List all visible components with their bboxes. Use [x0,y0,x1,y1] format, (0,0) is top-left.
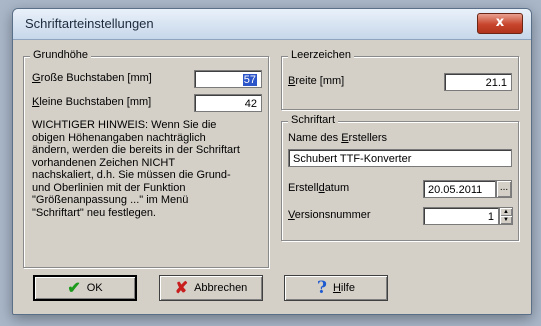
dialog-title: Schriftarteinstellungen [25,16,154,31]
kleine-buchstaben-field[interactable]: 42 [194,94,262,112]
hinweis-text: WICHTIGER HINWEIS: Wenn Sie die obigen H… [32,119,240,219]
ersteller-label: Name des Erstellers [288,132,388,144]
grosse-buchstaben-field[interactable]: 57 [194,70,262,88]
font-settings-dialog: Schriftarteinstellungen x Grundhöhe Groß… [12,8,532,315]
leerzeichen-group: Leerzeichen Breite [mm] 21.1 [281,49,519,110]
grundhoehe-group-title: Grundhöhe [30,49,92,61]
cancel-button-label: Abbrechen [194,282,248,294]
versionsnummer-label: Versionsnummer [288,209,371,221]
schriftart-group-title: Schriftart [288,114,339,126]
breite-field[interactable]: 21.1 [444,73,512,91]
spin-up-icon[interactable]: ▲ [500,208,512,216]
check-icon: ✔ [67,280,81,297]
x-icon: ✘ [174,280,189,297]
version-spinner[interactable]: ▲ ▼ [499,207,513,225]
versionsnummer-field[interactable]: 1 [423,207,499,225]
ok-button[interactable]: ✔ OK [33,275,137,301]
leerzeichen-group-title: Leerzeichen [288,49,354,61]
ok-button-label: OK [86,282,103,294]
erstelldatum-field[interactable]: 20.05.2011 [423,180,496,198]
close-button[interactable]: x [477,13,523,34]
title-bar: Schriftarteinstellungen x [13,9,531,40]
help-button[interactable]: ? Hilfe [284,275,388,301]
breite-label: Breite [mm] [288,75,345,87]
datum-picker-button[interactable]: ... [496,180,512,198]
erstelldatum-label: Erstelldatum [288,182,350,194]
ersteller-field[interactable]: Schubert TTF-Konverter [288,149,512,167]
kleine-buchstaben-label: Kleine Buchstaben [mm] [32,96,152,108]
cancel-button[interactable]: ✘ Abbrechen [159,275,263,301]
schriftart-group: Schriftart Name des Erstellers Schubert … [281,114,519,241]
grosse-buchstaben-label: Große Buchstaben [mm] [32,72,152,84]
question-icon: ? [317,278,327,298]
spin-down-icon[interactable]: ▼ [500,216,512,224]
grundhoehe-group: Grundhöhe Große Buchstaben [mm] 57 Klein… [23,49,269,268]
help-button-label: Hilfe [332,282,355,294]
